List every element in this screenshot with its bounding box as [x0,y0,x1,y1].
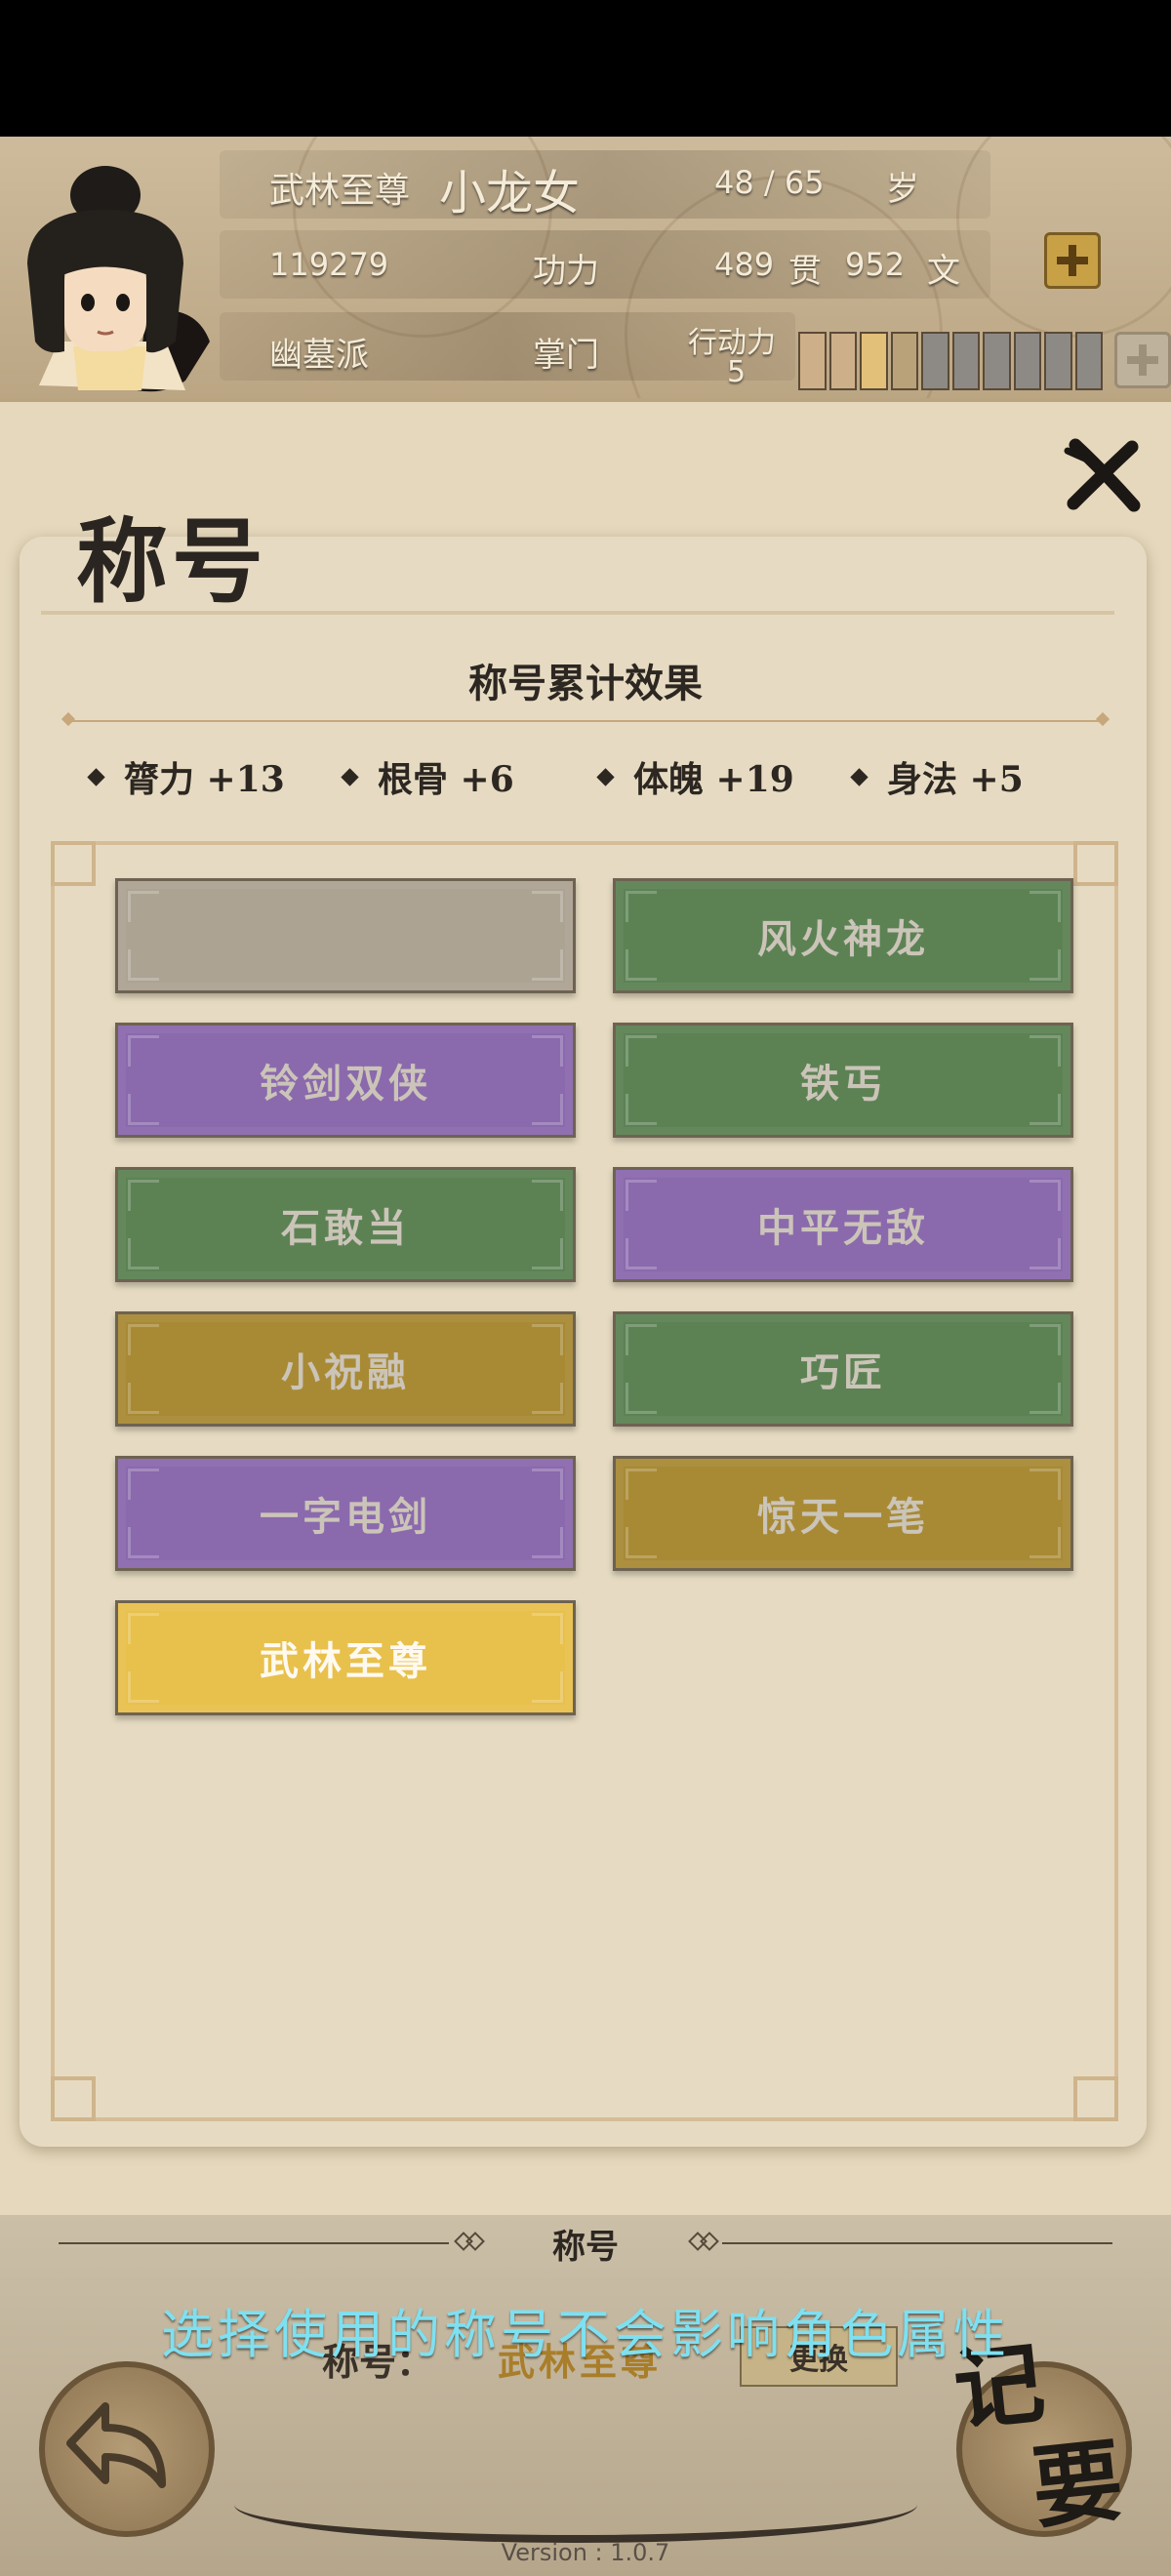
action-energy-segment [890,332,918,390]
character-header: 武林至尊 小龙女 48 / 65 岁 119279 功力 489 贯 952 文… [0,137,1171,398]
title-button-label: 一字电剑 [260,1494,431,1540]
effects-divider [68,720,1103,722]
cumulative-effects-heading: 称号累计效果 [468,661,703,706]
add-action-button[interactable] [1114,332,1171,388]
action-energy-segment [1013,332,1041,390]
diamond-icon [596,767,615,786]
stat-label: 身法 +5 [887,759,1024,800]
stat-item: 体魄 +19 [596,751,794,802]
title-button-qiaojiang[interactable]: 巧匠 [613,1311,1073,1427]
back-button[interactable] [39,2361,215,2537]
back-arrow-icon [66,2402,166,2488]
bottom-decoration [234,2467,917,2543]
title-button-empty[interactable] [115,878,576,993]
power-value: 119279 [269,246,389,283]
action-energy-bar [798,332,1103,390]
title-button-yizi-dianjian[interactable]: 一字电剑 [115,1456,576,1571]
memo-label: 要 [1027,2427,1128,2542]
action-energy-segment [1074,332,1103,390]
title-button-xiaozhurong[interactable]: 小祝融 [115,1311,576,1427]
sect-position: 掌门 [533,336,599,375]
stat-item: 膂力 +13 [87,751,285,802]
action-energy-segment [951,332,980,390]
frame-corner-ornament [1073,841,1118,886]
page-title: 称号 [76,508,268,616]
money-wen-unit: 文 [927,252,960,291]
title-button-label: 武林至尊 [260,1638,431,1684]
age-value: 48 / 65 [714,164,825,201]
money-guan-value: 489 [714,246,775,283]
action-energy-segment [921,332,949,390]
title-button-label: 惊天一笔 [757,1494,929,1540]
title-button-zhongping-wudi[interactable]: 中平无敌 [613,1167,1073,1282]
title-button-label: 铁丐 [800,1061,886,1107]
action-energy-segment [983,332,1011,390]
character-portrait[interactable] [0,156,220,395]
close-icon[interactable] [1064,437,1142,515]
title-button-shigandang[interactable]: 石敢当 [115,1167,576,1282]
stat-label: 膂力 +13 [124,759,285,800]
title-button-wulin-zhizun[interactable]: 武林至尊 [115,1600,576,1715]
money-wen-value: 952 [845,246,906,283]
money-guan-unit: 贯 [788,252,822,291]
action-energy-segment [828,332,857,390]
stat-label: 根骨 +6 [378,759,514,800]
action-energy-segment [798,332,827,390]
title-button-tiegai[interactable]: 铁丐 [613,1023,1073,1138]
age-unit: 岁 [886,170,919,209]
bottom-divider-right [722,2242,1112,2244]
title-button-jingtian-yibi[interactable]: 惊天一笔 [613,1456,1073,1571]
sect-name: 幽墓派 [269,336,369,375]
action-value: 5 [727,355,747,389]
title-button-label: 石敢当 [281,1205,410,1251]
frame-corner-ornament [1073,2076,1118,2121]
stat-item: 根骨 +6 [341,751,514,802]
title-button-fenghuo-shenlong[interactable]: 风火神龙 [613,878,1073,993]
stat-item: 身法 +5 [850,751,1024,802]
add-money-button[interactable] [1044,232,1101,289]
title-divider [41,611,1114,615]
power-label: 功力 [533,252,599,291]
diamond-icon [850,767,868,786]
title-button-label: 风火神龙 [757,916,929,962]
stat-label: 体魄 +19 [633,759,794,800]
frame-corner-ornament [51,2076,96,2121]
character-name: 小龙女 [439,166,581,221]
diamond-icon [341,767,359,786]
frame-corner-ornament [51,841,96,886]
title-button-label: 铃剑双侠 [260,1061,431,1107]
title-button-label: 小祝融 [281,1349,410,1395]
rank-title: 武林至尊 [269,171,411,211]
title-button-label: 巧匠 [800,1349,886,1395]
title-button-label: 中平无敌 [757,1205,929,1251]
tip-toast: 选择使用的称号不会影响角色属性 [161,2304,1010,2365]
diamond-icon [87,767,105,786]
title-button-lingjian-shuangxia[interactable]: 铃剑双侠 [115,1023,576,1138]
action-energy-segment [1044,332,1072,390]
cumulative-stats: 膂力 +13 根骨 +6 体魄 +19 身法 +5 [0,751,1171,810]
action-energy-segment [860,332,888,390]
version-label: Version : 1.0.7 [501,2539,670,2566]
